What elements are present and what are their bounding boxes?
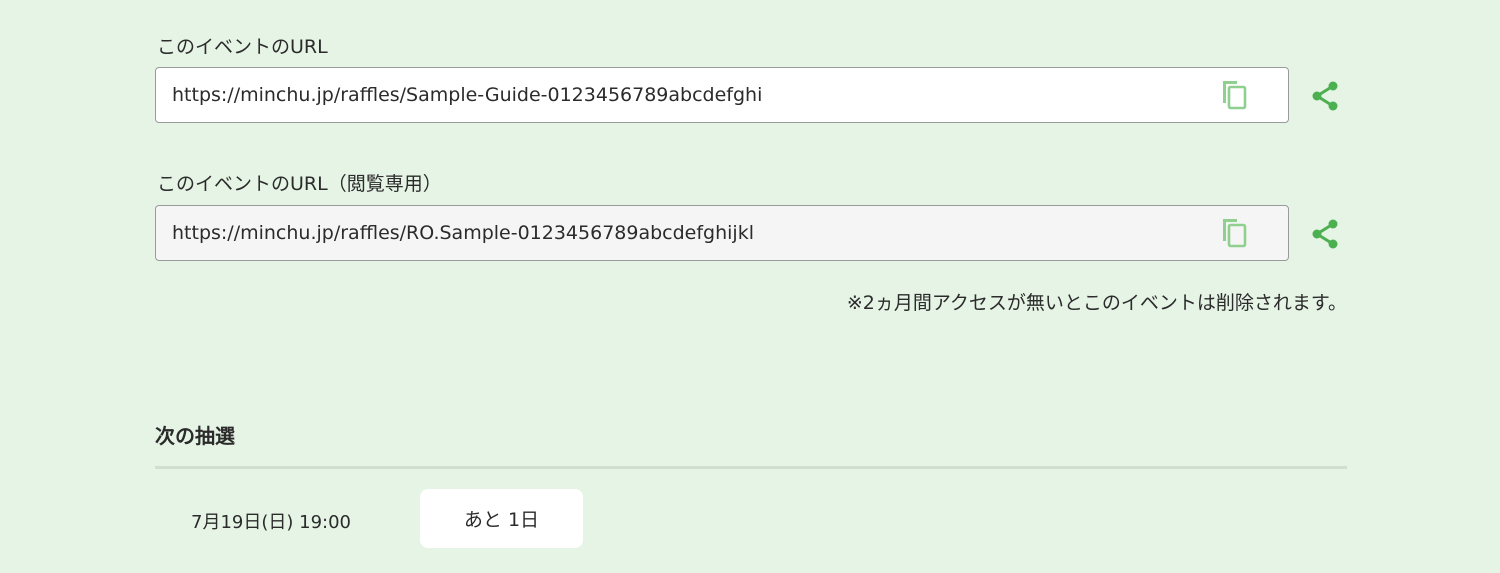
next-draw-heading: 次の抽選 (155, 424, 235, 448)
copy-icon (1223, 219, 1247, 248)
countdown-text: あと 1日 (463, 509, 540, 531)
readonly-url-row: https://minchu.jp/raffles/RO.Sample-0123… (155, 205, 1347, 263)
share-icon (1312, 81, 1338, 111)
readonly-url-label: このイベントのURL（閲覧専用） (157, 173, 442, 195)
event-url-field[interactable]: https://minchu.jp/raffles/Sample-Guide-0… (155, 67, 1289, 123)
next-draw-date: 7月19日(日) 19:00 (191, 512, 351, 533)
readonly-url-share-button[interactable] (1309, 218, 1341, 250)
event-url-share-button[interactable] (1309, 80, 1341, 112)
event-url-text[interactable]: https://minchu.jp/raffles/Sample-Guide-0… (172, 84, 1202, 106)
section-divider (155, 466, 1347, 469)
readonly-url-field[interactable]: https://minchu.jp/raffles/RO.Sample-0123… (155, 205, 1289, 261)
event-url-label: このイベントのURL (157, 36, 328, 58)
readonly-url-copy-button[interactable] (1219, 217, 1249, 249)
readonly-url-text[interactable]: https://minchu.jp/raffles/RO.Sample-0123… (172, 222, 1202, 244)
event-url-copy-button[interactable] (1219, 79, 1249, 111)
deletion-notice: ※2ヵ月間アクセスが無いとこのイベントは削除されます。 (846, 292, 1347, 314)
share-icon (1312, 219, 1338, 249)
event-url-row: https://minchu.jp/raffles/Sample-Guide-0… (155, 67, 1347, 125)
copy-icon (1223, 81, 1247, 110)
countdown-badge: あと 1日 (420, 489, 583, 548)
